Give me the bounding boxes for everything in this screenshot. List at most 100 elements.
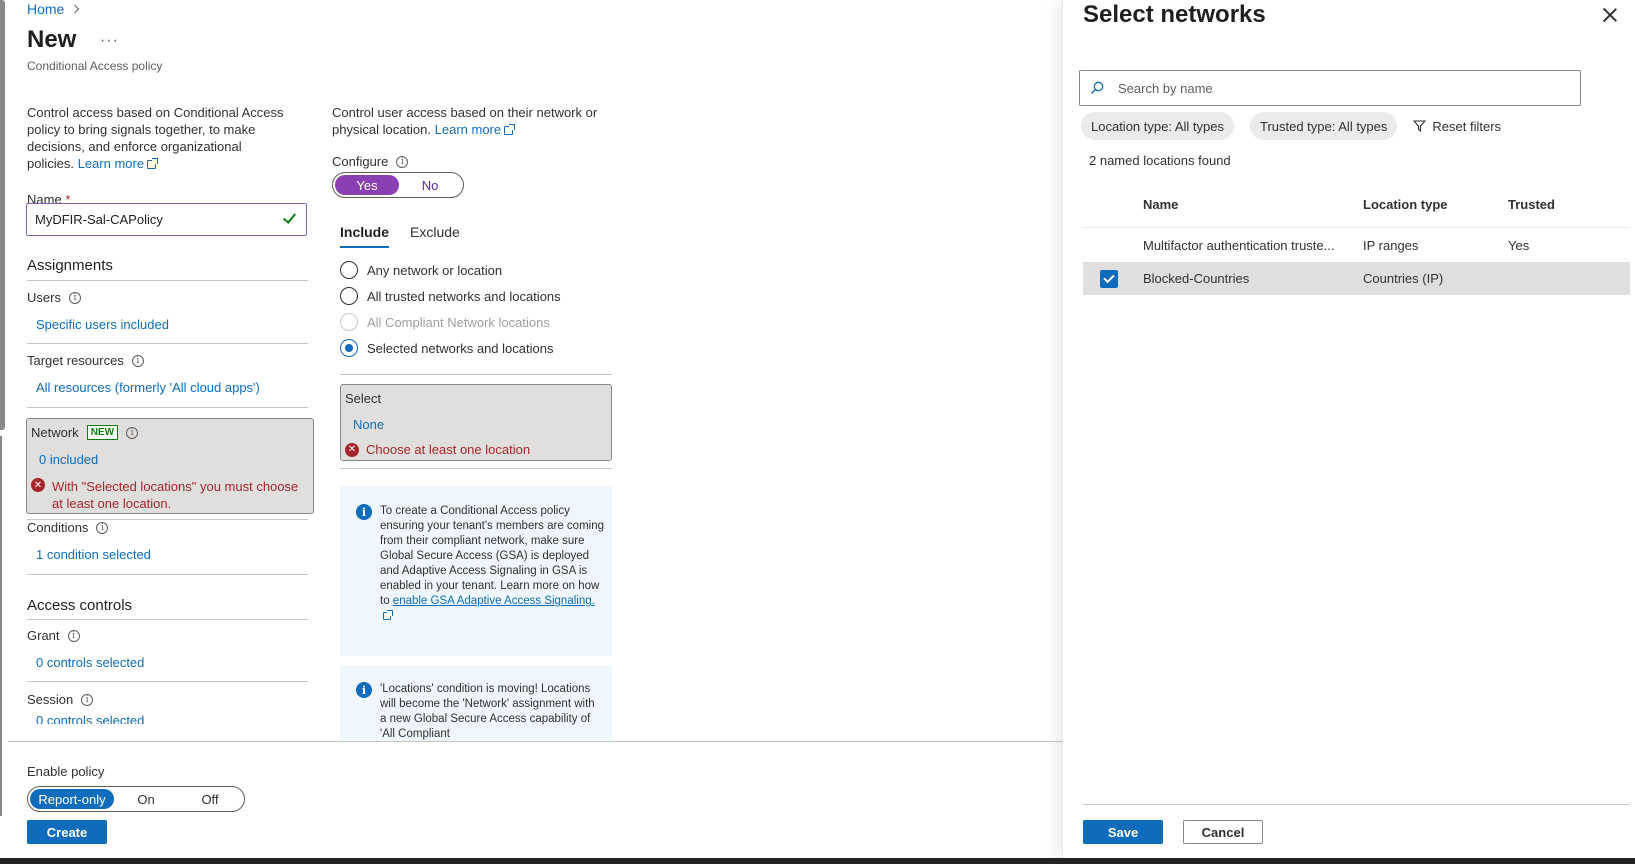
radio-button[interactable] — [340, 339, 358, 357]
column-header-location-type[interactable]: Location type — [1363, 197, 1448, 212]
chevron-right-icon — [71, 4, 80, 14]
close-icon[interactable] — [1601, 6, 1619, 24]
configure-no-option[interactable]: No — [399, 175, 461, 195]
gsa-info-text: To create a Conditional Access policy en… — [380, 505, 604, 607]
location-radio-group: Any network or location All trusted netw… — [340, 257, 561, 361]
column-header-name[interactable]: Name — [1143, 197, 1178, 212]
table-row[interactable]: Blocked-Countries Countries (IP) — [1083, 262, 1630, 295]
on-option[interactable]: On — [114, 789, 178, 809]
session-label-row: Session i — [27, 692, 94, 707]
users-label-row: Users i — [27, 290, 81, 305]
reset-filters-label: Reset filters — [1432, 118, 1502, 134]
network-error: ✕ With "Selected locations" you must cho… — [31, 478, 306, 512]
location-type-filter[interactable]: Location type: All types — [1081, 112, 1234, 140]
conditions-label: Conditions — [27, 520, 89, 535]
column-header-trusted[interactable]: Trusted — [1508, 197, 1555, 212]
new-badge: NEW — [86, 425, 119, 440]
network-error-text: With "Selected locations" you must choos… — [52, 479, 299, 511]
filter-icon — [1413, 120, 1427, 133]
users-label: Users — [27, 290, 61, 305]
row-location-type: IP ranges — [1363, 238, 1419, 253]
network-assignment-box[interactable]: Network NEW i 0 included ✕ With "Selecte… — [26, 418, 314, 514]
divider — [27, 681, 308, 682]
trusted-type-filter[interactable]: Trusted type: All types — [1249, 112, 1398, 140]
info-icon[interactable]: i — [68, 291, 81, 304]
row-name: Multifactor authentication truste... — [1143, 238, 1335, 253]
radio-button[interactable] — [340, 287, 358, 305]
select-label: Select — [345, 391, 382, 406]
breadcrumb: Home — [27, 1, 80, 17]
report-only-option[interactable]: Report-only — [30, 789, 114, 809]
intro-learn-more-link[interactable]: Learn more — [78, 156, 144, 171]
row-checkbox[interactable] — [1100, 270, 1118, 288]
external-link-icon — [383, 610, 393, 620]
network-learn-more-link[interactable]: Learn more — [435, 122, 501, 137]
tab-exclude[interactable]: Exclude — [410, 224, 460, 240]
radio-all-compliant: All Compliant Network locations — [340, 309, 561, 335]
divider — [27, 574, 308, 575]
radio-label: Selected networks and locations — [367, 340, 554, 356]
window-edge — [0, 436, 2, 816]
radio-any-network[interactable]: Any network or location — [340, 257, 561, 283]
table-row[interactable]: Multifactor authentication truste... IP … — [1083, 229, 1630, 262]
network-description: Control user access based on their netwo… — [332, 104, 612, 138]
reset-filters-button[interactable]: Reset filters — [1413, 119, 1501, 134]
tab-include[interactable]: Include — [340, 224, 390, 248]
error-icon: ✕ — [345, 442, 359, 457]
configure-label-row: Configure i — [332, 154, 409, 169]
search-input[interactable] — [1116, 71, 1566, 105]
radio-label: Any network or location — [367, 262, 503, 278]
filter-bar: Location type: All types Trusted type: A… — [1081, 112, 1501, 140]
info-icon[interactable]: i — [131, 354, 144, 367]
radio-label: All Compliant Network locations — [367, 314, 550, 330]
error-icon: ✕ — [31, 478, 45, 492]
page-title: New — [27, 26, 77, 53]
enable-gsa-link[interactable]: enable GSA Adaptive Access Signaling. — [393, 595, 595, 607]
divider — [340, 374, 612, 375]
info-icon[interactable]: i — [396, 155, 409, 168]
target-resources-link[interactable]: All resources (formerly 'All cloud apps'… — [36, 380, 260, 395]
session-link-clip: 0 controls selected — [36, 714, 144, 724]
panel-title: Select networks — [1083, 1, 1266, 28]
divider — [27, 280, 308, 281]
locations-info-content: i 'Locations' condition is moving! Locat… — [356, 682, 604, 741]
intro-description: Control access based on Conditional Acce… — [27, 104, 292, 172]
radio-button[interactable] — [340, 261, 358, 279]
radio-selected-networks[interactable]: Selected networks and locations — [340, 335, 561, 361]
grant-link[interactable]: 0 controls selected — [36, 655, 144, 670]
gsa-info-box: i To create a Conditional Access policy … — [340, 486, 612, 656]
gsa-info-content: i To create a Conditional Access policy … — [356, 504, 604, 624]
network-included-link[interactable]: 0 included — [39, 452, 98, 467]
select-none-link[interactable]: None — [353, 417, 384, 432]
info-icon[interactable]: i — [67, 629, 80, 642]
window-edge — [0, 0, 5, 430]
radio-all-trusted[interactable]: All trusted networks and locations — [340, 283, 561, 309]
assignments-heading: Assignments — [27, 257, 113, 274]
target-resources-label-row: Target resources i — [27, 353, 144, 368]
search-box[interactable] — [1079, 70, 1581, 106]
configure-label: Configure — [332, 154, 389, 169]
gsa-info-text-block: To create a Conditional Access policy en… — [380, 504, 604, 624]
session-link[interactable]: 0 controls selected — [36, 714, 144, 724]
info-icon[interactable]: i — [126, 426, 139, 439]
configure-toggle[interactable]: Yes No — [332, 172, 464, 198]
taskbar-edge — [0, 858, 1635, 864]
panel-footer-divider — [1083, 804, 1630, 805]
cancel-button[interactable]: Cancel — [1183, 820, 1263, 844]
select-locations-box[interactable]: Select None ✕ Choose at least one locati… — [340, 384, 612, 461]
breadcrumb-home-link[interactable]: Home — [27, 1, 64, 17]
create-button[interactable]: Create — [27, 820, 107, 844]
divider — [27, 619, 308, 620]
footer-divider — [8, 741, 1062, 742]
users-link[interactable]: Specific users included — [36, 317, 169, 332]
enable-policy-toggle[interactable]: Report-only On Off — [27, 786, 245, 812]
save-button[interactable]: Save — [1083, 820, 1163, 844]
info-icon[interactable]: i — [81, 693, 94, 706]
more-options-icon[interactable]: ··· — [100, 32, 119, 50]
conditions-link[interactable]: 1 condition selected — [36, 547, 151, 562]
off-option[interactable]: Off — [178, 789, 242, 809]
configure-yes-option[interactable]: Yes — [335, 175, 399, 195]
policy-name-input[interactable]: MyDFIR-Sal-CAPolicy — [26, 203, 307, 236]
select-error: ✕ Choose at least one location — [345, 442, 530, 457]
info-icon[interactable]: i — [96, 521, 109, 534]
